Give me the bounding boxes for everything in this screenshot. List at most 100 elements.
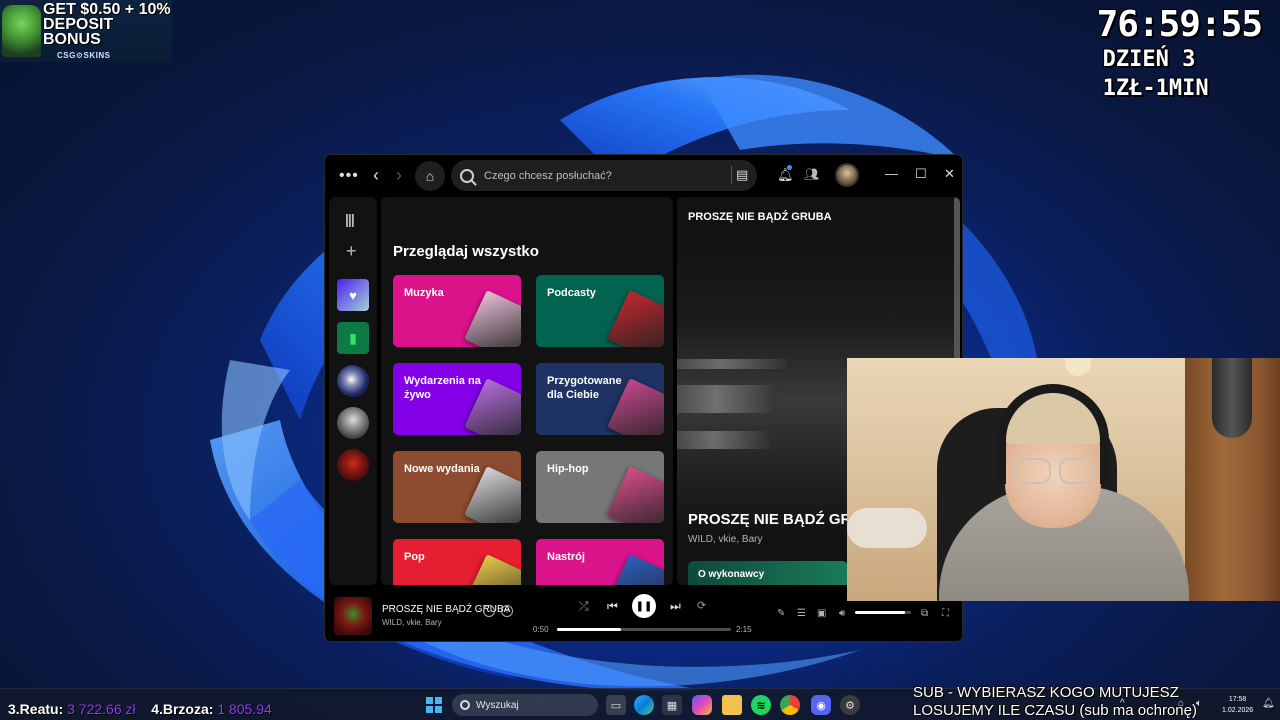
search-bar[interactable]: ▤ (451, 160, 757, 191)
elapsed-time: 0:50 (533, 625, 549, 634)
category-card[interactable]: Podcasty (536, 275, 664, 347)
friend-activity-icon[interactable]: 👥︎ (804, 167, 819, 181)
chrome-icon[interactable] (780, 695, 800, 715)
donation-leaderboard: 3.Reatu: 3 722.66 zł 4.Brzoza: 1 805.94 (8, 701, 272, 717)
track-cover-art[interactable] (334, 597, 372, 635)
timer-day: DZIEŃ 3 (1102, 47, 1196, 72)
browse-all-panel: Przeglądaj wszystko Muzyka Podcasty Wydarz… (381, 197, 673, 585)
notifications-icon[interactable]: 🔔︎ (1262, 698, 1275, 709)
previous-track-icon[interactable]: ⏮︎ (607, 599, 618, 614)
system-clock[interactable]: 17:58 1.02.2026 (1222, 694, 1253, 716)
promo-banner[interactable]: GET $0.50 + 10% DEPOSIT BONUS CSG⚙SKINS (0, 0, 172, 62)
category-card-label: Wydarzenia na żywo (404, 375, 481, 401)
category-card-label: Przygotowane dla Ciebie (547, 375, 622, 401)
app-icon[interactable]: ⚙ (840, 695, 860, 715)
search-input[interactable] (484, 169, 714, 182)
lyrics-icon[interactable]: ✎ (777, 608, 785, 619)
saved-episodes-tile[interactable]: ▮ (337, 322, 369, 354)
category-card[interactable]: Nowe wydania (393, 451, 521, 523)
queue-icon[interactable]: ☰ (797, 608, 806, 619)
progress-bar[interactable] (557, 628, 731, 631)
home-icon: ⌂ (425, 168, 435, 184)
webcam-pillow (847, 508, 927, 548)
category-card[interactable]: Wydarzenia na żywo (393, 363, 521, 435)
webcam-glasses (1015, 458, 1095, 484)
forward-arrow-icon[interactable]: › (396, 165, 402, 186)
category-card-label: Muzyka (404, 287, 444, 299)
copilot-icon[interactable] (692, 695, 712, 715)
clock-time: 17:58 (1228, 696, 1247, 703)
library-artist-1[interactable] (337, 365, 369, 397)
category-card[interactable]: Nastrój (536, 539, 664, 585)
category-card[interactable]: Pop (393, 539, 521, 585)
create-plus-icon[interactable]: + (346, 241, 357, 262)
category-card-label: Nowe wydania (404, 463, 480, 475)
total-time: 2:15 (736, 625, 752, 634)
more-menu-icon[interactable]: ••• (339, 167, 359, 185)
maximize-icon[interactable]: ☐ (915, 166, 927, 182)
progress-fill (557, 628, 622, 631)
edge-browser-icon[interactable] (634, 695, 654, 715)
about-artist-label: O wykonawcy (698, 569, 765, 580)
clock-date: 1.02.2026 (1222, 707, 1254, 714)
now-playing-artists[interactable]: WILD, vkie, Bary (688, 534, 762, 545)
category-card-label: Hip-hop (547, 463, 589, 475)
track-artist[interactable]: WILD, vkie, Bary (382, 618, 442, 627)
notification-dot (787, 165, 792, 170)
profile-avatar[interactable] (835, 163, 859, 187)
sub-reward-text: SUB - WYBIERASZ KOGO MUTUJESZ LOSUJEMY I… (913, 684, 1197, 720)
leader-4-amount: 1 805.94 (217, 701, 272, 717)
taskbar-search[interactable]: Wyszukaj (452, 694, 598, 716)
library-artist-2[interactable] (337, 407, 369, 439)
library-artist-3[interactable] (337, 449, 369, 481)
liked-songs-tile[interactable]: ♥ (337, 279, 369, 311)
pause-button[interactable]: ❚❚ (632, 594, 656, 618)
library-sidebar: ||| + ♥ ▮ (329, 197, 377, 585)
video-glitch-band (677, 385, 777, 413)
category-card-label: Nastrój (547, 551, 585, 563)
sub-reward-line-1: SUB - WYBIERASZ KOGO MUTUJESZ (913, 684, 1179, 701)
add-to-playlist-icon[interactable]: + (501, 605, 513, 617)
remove-icon[interactable]: − (483, 605, 495, 617)
promo-character-image (2, 5, 41, 57)
subathon-timer: 76:59:55 DZIEŃ 3 1ZŁ-1MIN (1096, 4, 1263, 103)
category-card[interactable]: Muzyka (393, 275, 521, 347)
file-explorer-icon[interactable] (722, 695, 742, 715)
spotify-taskbar-icon[interactable]: ≋ (751, 695, 771, 715)
promo-subheadline: DEPOSIT BONUS (42, 16, 114, 48)
timer-value: 76:59:55 (1096, 4, 1263, 45)
category-card[interactable]: Hip-hop (536, 451, 664, 523)
windows-start-icon[interactable] (426, 697, 442, 713)
leader-3-name: 3.Reatu: (8, 701, 64, 717)
store-icon[interactable]: ▦ (662, 695, 682, 715)
volume-icon[interactable]: 🔊︎ (839, 608, 845, 619)
category-card[interactable]: Przygotowane dla Ciebie (536, 363, 664, 435)
bookmark-icon: ▮ (349, 329, 357, 346)
discord-icon[interactable]: ◉ (811, 695, 831, 715)
next-track-icon[interactable]: ⏭︎ (670, 599, 681, 614)
about-artist-card[interactable]: O wykonawcy (688, 561, 848, 585)
video-glitch-band (677, 431, 769, 449)
volume-slider[interactable] (855, 611, 911, 614)
task-view-icon[interactable]: ▭ (606, 695, 626, 715)
home-button[interactable]: ⌂ (415, 161, 445, 191)
fullscreen-icon[interactable]: ⛶ (942, 608, 949, 619)
shuffle-icon[interactable]: ⤮ (579, 599, 589, 614)
repeat-icon[interactable]: ⟳ (697, 599, 706, 612)
category-card-label: Pop (404, 551, 425, 563)
category-card-label: Podcasty (547, 287, 596, 299)
spotify-titlebar: ••• ‹ › ⌂ ▤ 🔔︎ 👥︎ — ☐ ✕ (325, 155, 962, 195)
leader-3-amount: 3 722.66 zł (67, 701, 136, 717)
webcam-lamp (1065, 358, 1091, 376)
now-playing-header-title: PROSZĘ NIE BĄDŹ GRUBA (688, 211, 832, 223)
close-icon[interactable]: ✕ (944, 166, 955, 182)
library-icon[interactable]: ||| (345, 211, 355, 227)
miniplayer-icon[interactable]: ⧉ (921, 608, 928, 619)
timer-rate: 1ZŁ-1MIN (1102, 76, 1209, 101)
promo-headline: GET $0.50 + 10% (42, 1, 171, 18)
connect-device-icon[interactable]: ▣ (817, 608, 826, 619)
back-arrow-icon[interactable]: ‹ (373, 165, 379, 186)
leader-4-name: 4.Brzoza: (151, 701, 214, 717)
browse-icon[interactable]: ▤ (731, 166, 749, 184)
minimize-icon[interactable]: — (885, 166, 898, 181)
